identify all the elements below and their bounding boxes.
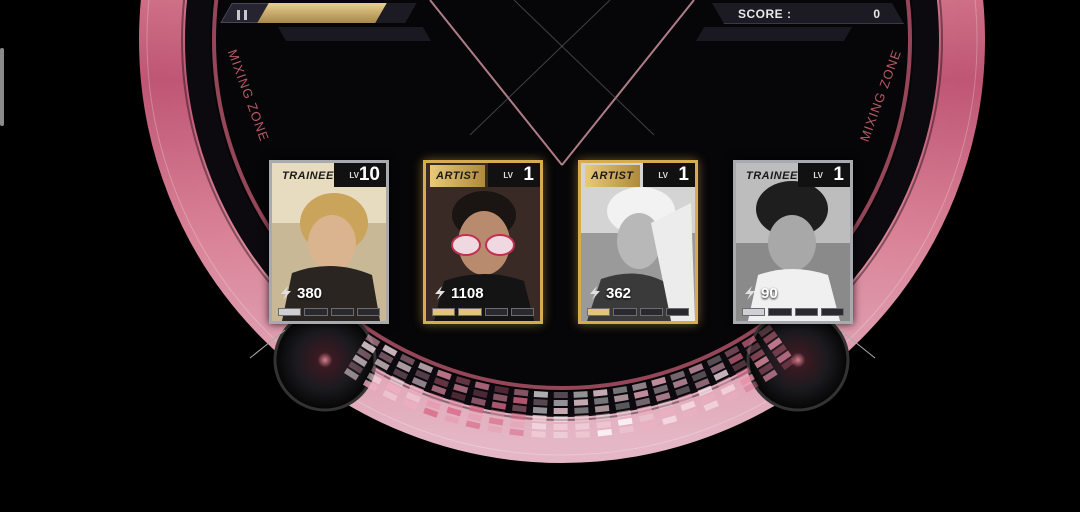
rank-tag: ARTIST — [585, 165, 640, 187]
lightning-icon — [281, 286, 291, 300]
power-stat: 90 — [742, 283, 778, 303]
level-value: 1 — [833, 164, 844, 185]
equalizer-tile — [533, 390, 549, 398]
equalizer-tile — [553, 431, 568, 439]
member-card-2[interactable]: ARTIST LV 1 1108 — [423, 160, 543, 324]
equalizer-tile — [533, 398, 548, 406]
rank-tag: TRAINEE — [746, 170, 798, 182]
member-card-4[interactable]: TRAINEE LV 1 90 — [733, 160, 853, 324]
equalizer-tile — [574, 415, 589, 422]
equalizer-tile — [553, 399, 568, 407]
power-stat: 380 — [278, 283, 322, 303]
equalizer-tile — [553, 391, 568, 399]
power-value: 90 — [761, 284, 778, 302]
equalizer-tile — [531, 422, 547, 430]
lightning-icon — [745, 286, 755, 300]
level-label: LV — [503, 171, 513, 180]
lightning-icon — [590, 286, 600, 300]
star-slots — [432, 308, 534, 316]
score-label: SCORE : — [738, 7, 792, 21]
equalizer-tile — [575, 431, 590, 438]
power-stat: 362 — [587, 283, 631, 303]
level-value: 10 — [358, 164, 380, 185]
lightning-icon — [435, 286, 445, 300]
equalizer-tile — [575, 423, 590, 430]
rank-tag: TRAINEE — [282, 170, 334, 182]
score-panel-underlay — [695, 27, 853, 41]
equalizer-tile — [573, 399, 589, 406]
side-drawer-handle[interactable] — [0, 48, 4, 126]
equalizer-tile — [531, 430, 546, 438]
member-card-3[interactable]: ARTIST LV 1 362 — [578, 160, 698, 324]
equalizer-tile — [553, 407, 568, 415]
level-label: LV — [349, 171, 359, 180]
power-stat: 1108 — [432, 283, 484, 303]
level-label: LV — [658, 171, 668, 180]
member-card-1[interactable]: TRAINEE LV 10 380 — [269, 160, 389, 324]
game-stage: SCORE : 0 MIXING ZONE MIXING ZONE TRAINE… — [0, 0, 1080, 512]
power-value: 380 — [297, 284, 323, 302]
score-value: 0 — [873, 7, 880, 21]
pause-icon[interactable] — [237, 7, 255, 20]
equalizer-tile — [573, 391, 588, 398]
level-value: 1 — [678, 164, 689, 185]
power-value: 1108 — [451, 284, 484, 302]
equalizer-tile — [553, 423, 568, 431]
star-slots — [742, 308, 844, 316]
equalizer-tile — [532, 406, 548, 414]
equalizer-tile — [553, 415, 568, 423]
level-value: 1 — [523, 164, 534, 185]
song-progress-bar — [257, 3, 417, 23]
star-slots — [587, 308, 689, 316]
equalizer-tile — [532, 414, 547, 422]
progress-bar-underlay — [277, 27, 432, 41]
power-value: 362 — [606, 284, 632, 302]
star-slots — [278, 308, 380, 316]
equalizer-tile — [574, 407, 589, 414]
song-progress-fill — [257, 3, 388, 23]
rank-tag: ARTIST — [430, 165, 485, 187]
level-label: LV — [813, 171, 823, 180]
